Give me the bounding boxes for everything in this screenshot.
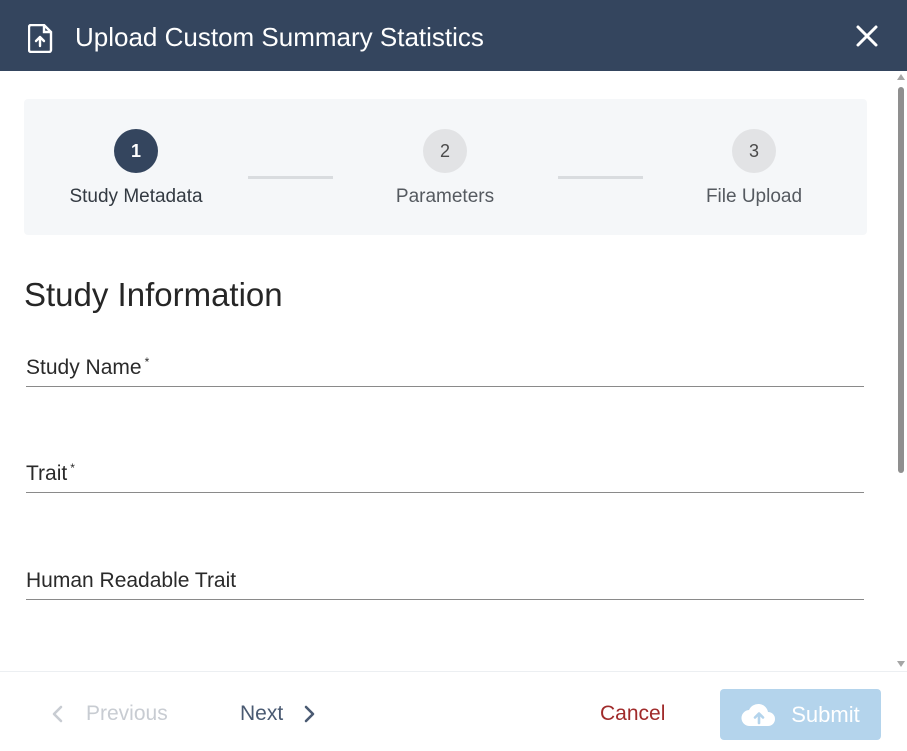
chevron-right-icon [304,705,315,723]
human-readable-trait-field[interactable]: Human Readable Trait [26,560,864,600]
cloud-upload-icon [741,703,776,726]
step-label: Parameters [395,186,495,207]
step-label: Study Metadata [69,186,203,207]
trait-field[interactable]: Trait * [26,453,864,493]
next-label: Next [240,702,284,725]
stepper: 1 Study Metadata 2 Parameters 3 File Upl… [24,99,867,235]
cancel-button[interactable]: Cancel [600,702,665,726]
file-upload-icon [28,24,53,53]
step-number: 1 [114,129,158,173]
dialog-footer: Previous Next Cancel Submit [0,671,907,751]
step-file-upload[interactable]: 3 File Upload [654,129,854,208]
previous-button[interactable]: Previous [50,702,168,726]
scroll-down-icon[interactable] [897,661,905,667]
dialog-content: 1 Study Metadata 2 Parameters 3 File Upl… [0,71,895,671]
human-readable-trait-input[interactable] [26,560,864,599]
step-parameters[interactable]: 2 Parameters [345,129,545,208]
submit-button[interactable]: Submit [720,689,881,740]
step-number: 3 [732,129,776,173]
cancel-label: Cancel [600,702,666,725]
step-number: 2 [423,129,467,173]
close-icon[interactable] [855,24,879,48]
step-connector [248,176,333,179]
dialog-title: Upload Custom Summary Statistics [75,22,484,52]
previous-label: Previous [86,702,168,725]
scrollbar-thumb[interactable] [898,87,904,473]
step-study-metadata[interactable]: 1 Study Metadata [36,129,236,208]
scrollbar[interactable] [895,71,907,671]
next-button[interactable]: Next [240,702,317,726]
section-title: Study Information [24,276,283,313]
dialog-header: Upload Custom Summary Statistics [0,0,907,71]
chevron-left-icon [52,705,63,723]
trait-input[interactable] [26,453,864,492]
step-label: File Upload [705,186,803,207]
study-name-input[interactable] [26,347,864,386]
study-name-field[interactable]: Study Name * [26,347,864,387]
scroll-up-icon[interactable] [897,74,905,80]
step-connector [558,176,643,179]
submit-label: Submit [791,701,860,727]
